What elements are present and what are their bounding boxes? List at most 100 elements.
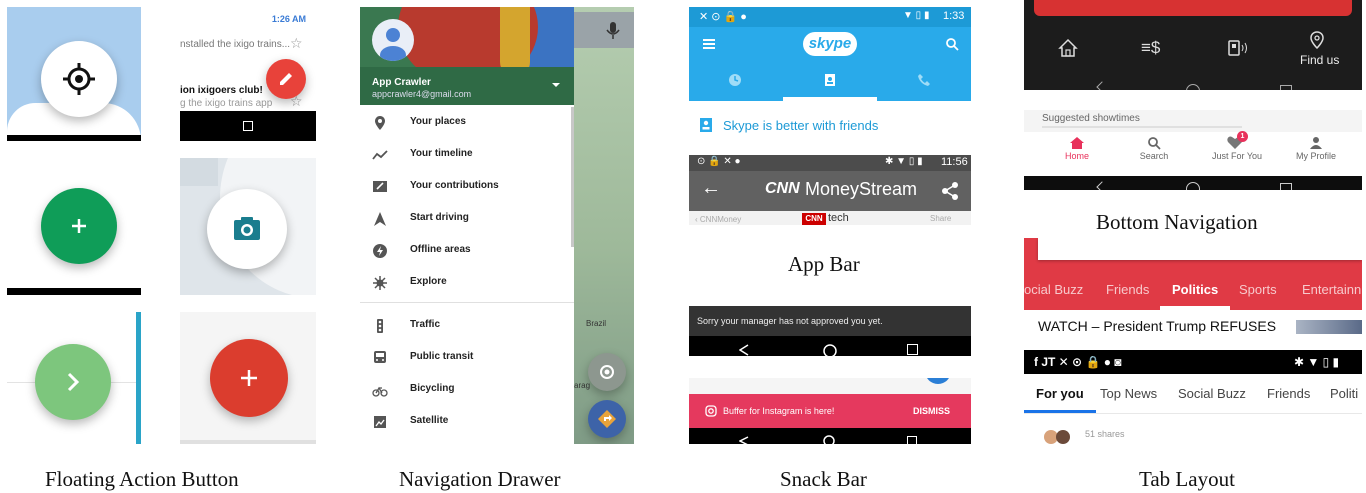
add-fab-green[interactable] [41,188,117,264]
back-icon[interactable] [1096,81,1108,90]
camera-icon [234,217,260,240]
skype-banner[interactable]: Skype is better with friends [689,107,971,147]
black-strip [7,135,141,141]
directions-button[interactable] [588,400,626,438]
tab-friends[interactable]: Friends [1267,386,1310,401]
share-icon[interactable] [941,181,959,201]
active-tab-indicator [1160,306,1230,310]
bottom-nav-my-profile[interactable]: My Profile [1286,136,1346,161]
android-nav-bar [689,336,971,356]
drawer-item-label: Bicycling [410,383,455,394]
drawer-item-start-driving[interactable]: Start driving [360,203,574,235]
star-icon[interactable]: ☆ [290,35,303,52]
drawer-item-explore[interactable]: Explore [360,267,574,299]
drawer-item-public-transit[interactable]: Public transit [360,342,574,374]
next-fab[interactable] [35,344,111,420]
drawer-item-your-places[interactable]: Your places [360,107,574,139]
cnn-toolbar: ← CNN MoneyStream [689,171,971,211]
tab-top-news[interactable]: Top News [1100,386,1157,401]
search-icon[interactable] [945,37,959,51]
home-circle-icon[interactable] [823,344,837,356]
plus-icon [72,219,86,233]
cnn-sub-left-text: CNNMoney [699,215,742,224]
home-outline-icon[interactable] [1058,38,1078,58]
search-box[interactable] [1038,238,1362,260]
status-icons-right: ▼ ▯ ▮ [903,10,930,21]
camera-fab[interactable] [207,189,287,269]
bottom-nav-home[interactable]: Home [1056,136,1098,161]
drawer-scrollbar[interactable] [571,107,574,247]
cnn-app-bar-tile: ⊙ 🔒 ✕ ● ✱ ▼ ▯ ▮ 11:56 ← CNN MoneyStream … [689,155,971,225]
tab-social-buzz[interactable]: Social Buzz [1178,386,1246,401]
tab-politics[interactable]: Politics [1172,282,1218,297]
home-circle-icon[interactable] [1186,84,1200,90]
snackbar: Buffer for Instagram is here! DISMISS [689,394,971,428]
drawer-item-your-contributions[interactable]: Your contributions [360,171,574,203]
dismiss-button[interactable]: DISMISS [913,406,950,416]
recent-apps-icon[interactable] [907,436,917,444]
headline-text[interactable]: WATCH – President Trump REFUSES [1038,318,1276,334]
snackbar-message: Buffer for Instagram is here! [723,406,835,416]
drawer-item-your-timeline[interactable]: Your timeline [360,139,574,171]
bottom-nav-just-for-you[interactable]: 1 Just For You [1202,131,1272,161]
snackbar: Sorry your manager has not approved you … [689,306,971,336]
tab-social-buzz[interactable]: ocial Buzz [1024,282,1083,297]
status-time: 11:56 [941,156,968,168]
recent-apps-icon[interactable] [243,121,253,131]
drawer-item-traffic[interactable]: Traffic [360,310,574,342]
add-fab-red[interactable] [210,339,288,417]
instagram-icon [705,405,717,417]
back-icon[interactable] [1096,181,1108,190]
phone-icon[interactable] [917,73,931,87]
location-pin-icon[interactable] [1310,31,1324,49]
map-label: Brazil [586,319,607,328]
edit-fab[interactable] [266,59,306,99]
cnn-title: MoneyStream [805,179,918,199]
tab-friends[interactable]: Friends [1106,282,1149,297]
clock-icon[interactable] [728,73,742,87]
drawer-item-label: Traffic [410,319,441,330]
menu-icon[interactable] [703,39,715,49]
contacts-icon [700,118,712,132]
skype-banner-text: Skype is better with friends [723,118,879,133]
location-fab[interactable] [41,41,117,117]
recent-apps-icon[interactable] [1280,183,1292,190]
fab-partial[interactable] [925,378,951,384]
tab-sports[interactable]: Sports [1239,282,1277,297]
traffic-icon [377,319,383,333]
cnn-tech-logo-box: CNN [802,213,826,225]
contacts-icon[interactable] [823,73,837,87]
navigation-arrow-icon [374,212,386,226]
home-circle-icon[interactable] [1186,182,1200,190]
snackbar-tile-2: Buffer for Instagram is here! DISMISS [689,378,971,444]
status-icons-right: ✱ ▼ ▯ ▮ [885,156,923,167]
headline-thumbnail[interactable] [1296,320,1362,334]
arrow-back-icon[interactable]: ← [701,178,721,198]
home-circle-icon[interactable] [823,435,835,444]
cnn-share-text[interactable]: Share [930,214,951,223]
bottom-strip [180,440,316,444]
drawer-item-offline-areas[interactable]: Offline areas [360,235,574,267]
card-reader-icon[interactable] [1228,40,1248,56]
currency-icon[interactable]: ≡$ [1141,38,1160,58]
bottom-nav-light-tile: Suggested showtimes Home Search 1 Just F… [1024,110,1362,190]
avatar[interactable] [372,19,414,61]
drawer-item-bicycling[interactable]: Bicycling [360,374,574,406]
back-icon[interactable] [739,436,749,444]
drawer-item-satellite[interactable]: Satellite [360,406,574,438]
drawer-panel: App Crawler appcrawler4@gmail.com Your p… [360,7,574,444]
notification-text-2: ion ixigoers club! [180,85,263,96]
bottom-nav-search[interactable]: Search [1131,136,1177,161]
back-icon[interactable] [739,344,749,356]
recent-apps-icon[interactable] [1280,85,1292,90]
microphone-button[interactable] [574,12,634,48]
tab-politics[interactable]: Politi [1330,386,1358,401]
skype-app-bar-tile: ✕ ⊙ 🔒 ● ▼ ▯ ▮ 1:33 skype Skype is better… [689,7,971,149]
chevron-down-icon[interactable] [552,83,560,87]
fab-caption: Floating Action Button [45,467,239,491]
my-location-button[interactable] [588,353,626,391]
drawer-divider [360,302,574,303]
recent-apps-icon[interactable] [907,344,918,355]
tab-entertainment[interactable]: Entertainn [1302,282,1361,297]
tab-for-you[interactable]: For you [1036,386,1084,401]
